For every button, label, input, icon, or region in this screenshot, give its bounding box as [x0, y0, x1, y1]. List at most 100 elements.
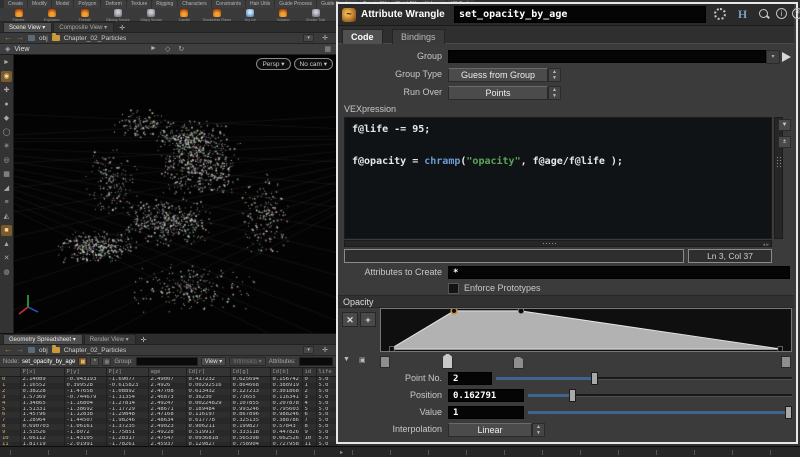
run-over-dropdown[interactable]: Points [448, 86, 548, 100]
value-slider[interactable] [528, 406, 792, 419]
snap-icon[interactable]: ↻ [178, 45, 184, 53]
expand-parameter-icon[interactable]: ± [778, 136, 791, 148]
editor-menu-icon[interactable]: ▼ [778, 119, 791, 131]
viewport-tool-icon[interactable]: ◍ [1, 267, 12, 278]
playbar[interactable]: ▸ [0, 446, 800, 457]
add-pane-tab-icon[interactable]: ✛ [137, 336, 151, 344]
follow-node-toggle[interactable]: ▦ [78, 357, 87, 366]
viewport-tool-icon[interactable]: ≡ [1, 197, 12, 208]
attributes-filter-input[interactable] [299, 357, 333, 366]
view-mode-dropdown[interactable]: View ▾ [201, 357, 227, 366]
viewport-tool-icon[interactable]: ► [1, 57, 12, 68]
camera-selector[interactable]: No cam ▾ [294, 58, 333, 70]
run-over-spinner[interactable]: ▲▼ [548, 86, 561, 100]
viewport-canvas[interactable] [14, 55, 336, 333]
shelf-tab[interactable]: Texture [127, 0, 151, 8]
viewport-tool-icon[interactable]: ✚ [1, 85, 12, 96]
interpolation-spinner[interactable]: ▲▼ [532, 423, 545, 437]
shelf-tool[interactable]: Dry Ice [237, 9, 263, 22]
add-pane-icon[interactable]: ✛ [318, 346, 332, 354]
path-dropdown[interactable]: ▾ [303, 346, 314, 354]
shelf-tool[interactable]: Smoke Trail [303, 9, 329, 22]
shelf-tab[interactable]: Hair Utils [246, 0, 274, 8]
group-type-spinner[interactable]: ▲▼ [548, 68, 561, 82]
ramp-collapse-icon[interactable]: ▼ [343, 356, 350, 363]
shelf-tool[interactable]: Explosion [39, 9, 65, 22]
node-name[interactable]: set_opacity_by_age [22, 359, 75, 365]
column-header[interactable]: age [148, 368, 186, 377]
breadcrumb-node[interactable]: Chapter_02_Particles [64, 347, 127, 354]
column-header[interactable]: P[x] [20, 368, 64, 377]
column-header[interactable]: life [316, 368, 336, 377]
viewport-tool-icon[interactable]: ✕ [1, 253, 12, 264]
play-icon[interactable]: ▸ [340, 449, 343, 456]
editor-hscrollbar[interactable]: ◂ ▸ [344, 240, 772, 247]
shelf-tool[interactable]: Fireball [72, 9, 98, 22]
shelf-tab[interactable]: Polygon [74, 0, 100, 8]
column-header[interactable]: id [302, 368, 316, 377]
viewport-tool-icon[interactable]: ◭ [1, 211, 12, 222]
forward-arrow-icon[interactable]: → [16, 34, 24, 42]
ramp-point[interactable] [389, 347, 394, 352]
shelf-tool[interactable]: Volcano [270, 9, 296, 22]
shelf-tab[interactable]: Deform [101, 0, 125, 8]
gear-icon[interactable] [714, 8, 726, 20]
panel-tab-code[interactable]: Code [342, 29, 383, 44]
shelf-tab[interactable]: Rigging [152, 0, 177, 8]
houdini-logo-icon[interactable]: H [736, 8, 749, 21]
viewport[interactable]: ►◉✚●◆◯✳◎▦◢≡◭■▲✕◍ Persp ▾ No cam ▾ [0, 55, 336, 333]
ramp-handle[interactable] [781, 356, 791, 368]
ramp-point[interactable] [778, 347, 783, 352]
handles-icon[interactable]: ◇ [165, 45, 170, 53]
shelf-tool[interactable]: Wispy Smoke [138, 9, 164, 22]
info-icon[interactable]: i [776, 8, 787, 19]
scene-pane-tab[interactable]: Scene View ▾ [3, 22, 52, 32]
attributes-to-create-input[interactable]: * [448, 266, 790, 279]
group-type-dropdown[interactable]: Guess from Group [448, 68, 548, 82]
geometry-table[interactable]: P[x]P[y]P[z]ageCd[r]Cd[g]Cd[b]idlife02.1… [0, 368, 337, 448]
shelf-tool[interactable]: Smokeless Flame [204, 9, 230, 22]
help-icon[interactable]: ? [792, 8, 800, 19]
spreadsheet-pane-tab[interactable]: Geometry Spreadsheet ▾ [3, 334, 83, 344]
enforce-prototypes-checkbox[interactable] [448, 283, 459, 294]
column-header[interactable]: P[z] [106, 368, 148, 377]
back-arrow-icon[interactable]: ← [4, 346, 12, 354]
viewport-tool-icon[interactable]: ▦ [1, 169, 12, 180]
view-tool-icon[interactable]: ◈ [5, 45, 10, 53]
viewport-toolbar-icons[interactable]: ►◇↻ [150, 45, 184, 53]
group-filter-input[interactable] [136, 357, 198, 366]
column-header[interactable]: Cd[b] [270, 368, 302, 377]
ramp-options-icon[interactable]: ▣ [359, 356, 366, 364]
path-dropdown[interactable]: ▾ [303, 34, 314, 42]
group-dropdown-icon[interactable]: ▾ [766, 50, 780, 64]
shelf-tab[interactable]: Guide Process [275, 0, 316, 8]
back-arrow-icon[interactable]: ← [4, 34, 12, 42]
position-input[interactable]: 0.162791 [448, 389, 524, 402]
ramp-handle[interactable] [380, 356, 390, 368]
perspective-selector[interactable]: Persp ▾ [256, 58, 290, 70]
group-input[interactable] [448, 50, 766, 63]
ramp-handle[interactable] [513, 356, 524, 369]
breadcrumb-root[interactable]: obj [39, 347, 48, 354]
panel-tab-bindings[interactable]: Bindings [392, 29, 445, 44]
value-input[interactable]: 1 [448, 406, 524, 419]
interpolation-dropdown[interactable]: Linear [448, 423, 532, 437]
shelf-tab[interactable]: Modify [28, 0, 51, 8]
ramp-delete-point-button[interactable]: ✕ [342, 312, 358, 327]
column-header[interactable] [0, 368, 20, 377]
point-no-slider[interactable] [496, 372, 792, 385]
layout-icon[interactable]: ▦ [324, 45, 331, 53]
star-button[interactable]: * [90, 357, 99, 366]
viewport-tool-icon[interactable]: ▲ [1, 239, 12, 250]
network-chip-icon[interactable] [28, 35, 35, 41]
viewport-tool-icon[interactable]: ◯ [1, 127, 12, 138]
shelf-tab[interactable]: Constraints [212, 0, 245, 8]
shelf-tool[interactable]: Candle [171, 9, 197, 22]
column-header[interactable]: P[y] [64, 368, 106, 377]
viewport-tool-icon[interactable]: ◉ [1, 71, 12, 82]
add-pane-icon[interactable]: ✛ [318, 34, 332, 42]
breadcrumb-node[interactable]: Chapter_02_Particles [64, 35, 127, 42]
intrinsics-dropdown[interactable]: Intrinsics ▾ [229, 357, 265, 366]
vex-code-editor[interactable]: f@life -= 95; f@opacity = chramp("opacit… [344, 117, 772, 239]
viewport-tool-icon[interactable]: ● [1, 99, 12, 110]
